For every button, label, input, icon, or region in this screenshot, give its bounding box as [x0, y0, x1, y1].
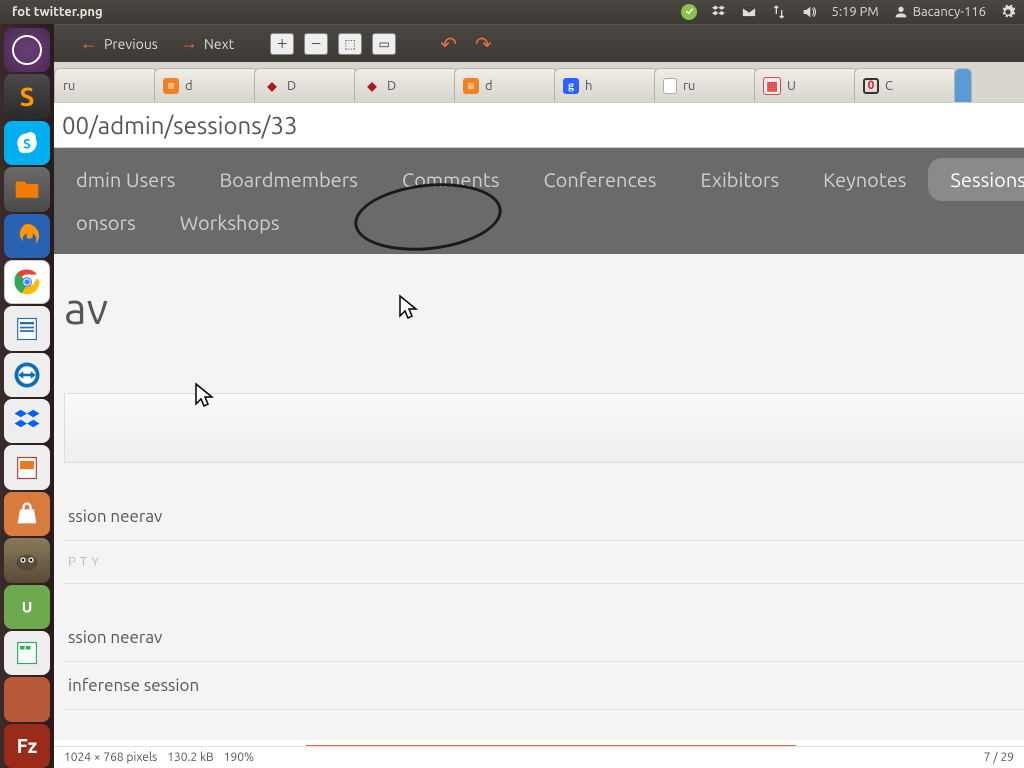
firefox-icon[interactable] — [4, 214, 50, 258]
svg-text:U: U — [22, 598, 33, 615]
sublime-icon[interactable]: S — [4, 74, 50, 118]
browser-tab[interactable]: ≡d — [154, 68, 258, 102]
ruby-icon: ◆ — [263, 77, 281, 95]
dash-icon[interactable] — [4, 28, 50, 72]
calendar-icon: ▦ — [763, 77, 781, 95]
update-manager-icon[interactable]: U — [4, 585, 50, 629]
browser-tab[interactable]: ◆D — [254, 68, 358, 102]
zoom-fit-button[interactable]: ▭ — [372, 33, 396, 55]
browser-tab[interactable] — [954, 68, 972, 102]
file-icon — [663, 78, 677, 94]
nav-boardmembers[interactable]: Boardmembers — [197, 158, 380, 201]
file-size: 130.2 kB — [167, 751, 213, 764]
list-item-empty: PTY — [64, 541, 1024, 584]
svg-text:S: S — [23, 135, 31, 151]
rotate-left-button[interactable]: ↶ — [440, 32, 457, 56]
opera-icon: 0 — [863, 78, 879, 94]
status-ok-icon[interactable]: ✓ — [681, 4, 697, 20]
clock[interactable]: 5:19 PM — [831, 5, 878, 19]
browser-tab-row: ru ≡d ◆D ◆D ≡d gh ru ▦U 0C — [54, 62, 1024, 102]
page-content: av ssion neerav PTY ssion neerav inferen… — [54, 254, 1024, 740]
section-band — [64, 393, 1024, 463]
calc-icon[interactable] — [4, 631, 50, 675]
chrome-icon[interactable] — [4, 260, 50, 304]
list-item[interactable]: ssion neerav — [64, 614, 1024, 662]
nav-sponsors[interactable]: onsors — [54, 201, 158, 244]
browser-tab[interactable]: gh — [554, 68, 658, 102]
nav-workshops[interactable]: Workshops — [158, 201, 302, 244]
system-tray: ✓ 5:19 PM Bacancy-116 — [681, 4, 1016, 20]
nav-keynotes[interactable]: Keynotes — [801, 158, 928, 201]
system-menubar: fot twitter.png ✓ 5:19 PM Bacancy-116 — [0, 0, 1024, 24]
app-icon[interactable] — [4, 677, 50, 721]
zoom-level: 190% — [224, 751, 254, 764]
zoom-in-button[interactable]: ＋ — [270, 33, 294, 55]
image-viewer-canvas: ru ≡d ◆D ◆D ≡d gh ru ▦U 0C 00/admin/sess… — [54, 62, 1024, 746]
image-dimensions: 1024 × 768 pixels — [64, 751, 157, 764]
network-icon[interactable] — [771, 4, 787, 20]
nav-sessions[interactable]: Sessions — [928, 158, 1024, 201]
software-center-icon[interactable] — [4, 492, 50, 536]
files-icon[interactable] — [4, 167, 50, 211]
gear-icon[interactable] — [1000, 4, 1016, 20]
window-title: fot twitter.png — [12, 5, 103, 19]
writer-icon[interactable] — [4, 306, 50, 350]
dropbox-icon[interactable] — [4, 399, 50, 443]
mail-icon[interactable] — [741, 4, 757, 20]
browser-tab[interactable]: 0C — [854, 68, 958, 102]
browser-tab[interactable]: ru — [654, 68, 758, 102]
teamviewer-icon[interactable] — [4, 353, 50, 397]
image-viewer-toolbar: ←Previous →Next ＋ － ⬚ ▭ ↶ ↷ — [0, 24, 1024, 62]
browser-tab[interactable]: ≡d — [454, 68, 558, 102]
nav-comments[interactable]: Comments — [380, 158, 521, 201]
stackoverflow-icon: ≡ — [163, 78, 179, 94]
browser-tab[interactable]: ▦U — [754, 68, 858, 102]
impress-icon[interactable] — [4, 445, 50, 489]
stackoverflow-icon: ≡ — [463, 78, 479, 94]
list-item[interactable]: inferense session — [64, 662, 1024, 710]
page-heading: av — [64, 284, 1024, 333]
unity-launcher: S S U Fz — [0, 24, 54, 768]
previous-button[interactable]: ←Previous — [72, 29, 166, 58]
filezilla-icon[interactable]: Fz — [4, 724, 50, 768]
gimp-icon[interactable] — [4, 538, 50, 582]
browser-tab[interactable]: ◆D — [354, 68, 458, 102]
rotate-right-button[interactable]: ↷ — [475, 32, 492, 56]
nav-conferences[interactable]: Conferences — [521, 158, 678, 201]
page-counter: 7 / 29 — [984, 751, 1014, 764]
admin-nav: dmin Users Boardmembers Comments Confere… — [54, 148, 1024, 254]
user-menu[interactable]: Bacancy-116 — [893, 4, 986, 20]
dropbox-tray-icon[interactable] — [711, 4, 727, 20]
zoom-actual-button[interactable]: ⬚ — [338, 33, 362, 55]
volume-icon[interactable] — [801, 4, 817, 20]
url-bar[interactable]: 00/admin/sessions/33 — [54, 102, 1024, 148]
google-icon: g — [563, 78, 579, 94]
ruby-icon: ◆ — [363, 77, 381, 95]
zoom-out-button[interactable]: － — [304, 33, 328, 55]
list-item[interactable]: ssion neerav — [64, 493, 1024, 541]
nav-exibitors[interactable]: Exibitors — [678, 158, 801, 201]
browser-tab[interactable]: ru — [54, 68, 158, 102]
nav-admin-users[interactable]: dmin Users — [54, 158, 197, 201]
viewer-status-bar: 1024 × 768 pixels 130.2 kB 190% 7 / 29 — [54, 746, 1024, 768]
next-button[interactable]: →Next — [172, 29, 242, 58]
skype-icon[interactable]: S — [4, 121, 50, 165]
